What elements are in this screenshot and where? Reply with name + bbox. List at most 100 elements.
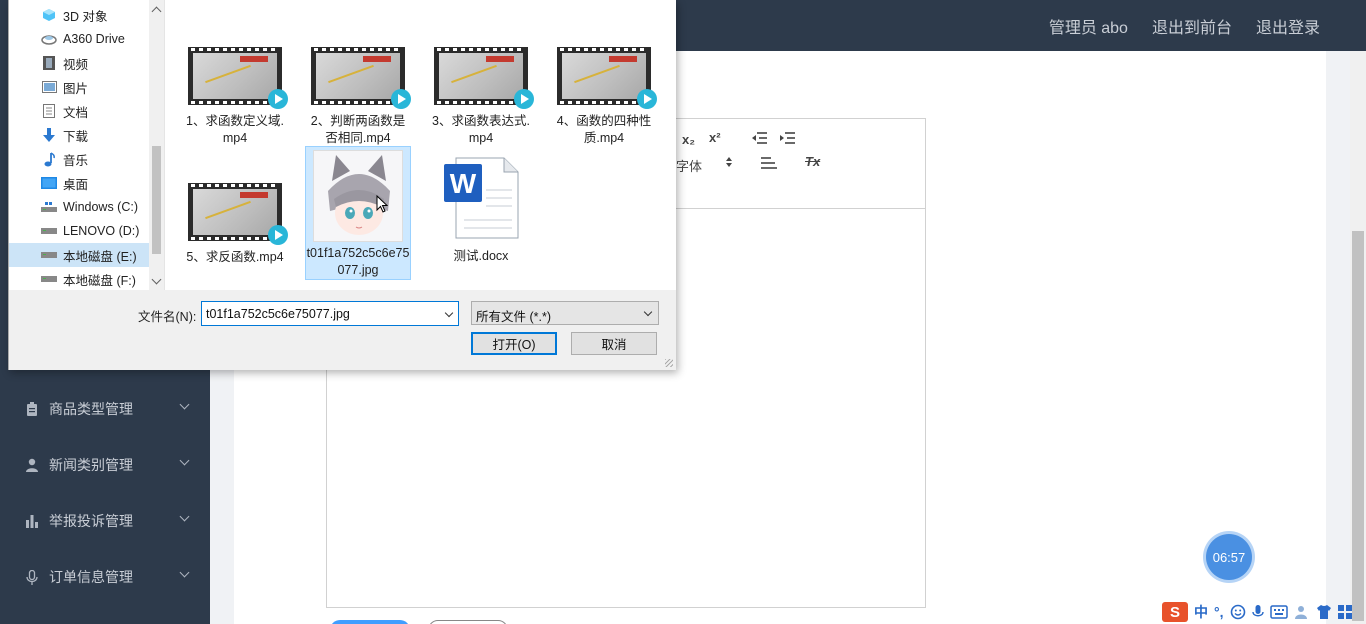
word-document-icon: W [442, 156, 520, 240]
documents-folder-icon [41, 104, 57, 118]
user-tools-icon[interactable] [1294, 604, 1310, 620]
nav-item-drive-f[interactable]: 本地磁盘 (F:) [9, 267, 149, 290]
mouse-cursor-icon [376, 195, 388, 213]
file-item-video-1[interactable]: 1、求函数定义域.mp4 [182, 47, 288, 147]
ime-mode-indicator[interactable]: 中 [1194, 602, 1208, 622]
reset-button[interactable] [428, 620, 508, 624]
sidebar-item-label: 商品类型管理 [49, 401, 133, 417]
filename-value: t01f1a752c5c6e75077.jpg [206, 307, 350, 321]
file-name: 测试.docx [453, 249, 509, 263]
file-item-docx[interactable]: W 测试.docx [428, 156, 534, 265]
sidebar-item-orders[interactable]: 订单信息管理 [0, 557, 210, 597]
file-item-video-2[interactable]: 2、判断两函数是否相同.mp4 [305, 47, 411, 147]
align-left-icon[interactable] [761, 157, 777, 173]
file-item-video-5[interactable]: 5、求反函数.mp4 [182, 183, 288, 266]
file-name: 2、判断两函数是否相同.mp4 [310, 114, 406, 145]
admin-user-label: 管理员 abo [1048, 19, 1128, 37]
nav-scrollbar[interactable] [149, 0, 164, 290]
file-name: 1、求函数定义域.mp4 [186, 114, 284, 145]
nav-item-drive-d[interactable]: LENOVO (D:) [9, 219, 149, 243]
nav-item-3d-objects[interactable]: 3D 对象 [9, 3, 149, 27]
nav-item-videos[interactable]: 视频 [9, 51, 149, 75]
nav-item-pictures[interactable]: 图片 [9, 75, 149, 99]
play-icon [637, 89, 657, 109]
file-item-image[interactable]: t01f1a752c5c6e75077.jpg [305, 146, 411, 280]
cancel-button[interactable]: 取消 [571, 332, 657, 355]
outdent-icon[interactable] [751, 131, 767, 148]
open-button[interactable]: 打开(O) [471, 332, 557, 355]
file-type-value: 所有文件 (*.*) [476, 310, 552, 324]
video-thumbnail [188, 47, 288, 109]
page-scrollbar[interactable] [1350, 51, 1366, 624]
nav-item-label: 文档 [63, 105, 89, 120]
file-name: 4、函数的四种性质.mp4 [556, 114, 652, 145]
grid-toolbox-icon[interactable] [1337, 605, 1352, 619]
indent-icon[interactable] [779, 131, 795, 148]
sogou-logo[interactable]: S [1162, 602, 1188, 622]
music-icon [41, 151, 57, 166]
clear-format-button[interactable]: Tx [805, 154, 820, 169]
logout-link[interactable]: 退出登录 [1256, 14, 1320, 38]
bar-chart-icon [25, 514, 39, 528]
video-thumbnail [311, 47, 411, 109]
file-name: 3、求函数表达式.mp4 [432, 114, 530, 145]
cloud-drive-icon [41, 32, 57, 46]
clipboard-icon [25, 402, 39, 416]
nav-item-label: 本地磁盘 (F:) [63, 273, 136, 288]
exit-to-front-link[interactable]: 退出到前台 [1152, 14, 1232, 38]
nav-item-a360-drive[interactable]: A360 Drive [9, 27, 149, 51]
nav-item-drive-e[interactable]: 本地磁盘 (E:) [9, 243, 149, 267]
image-thumbnail [313, 150, 403, 242]
scrollbar-thumb[interactable] [1352, 231, 1364, 621]
font-family-select[interactable]: 字体 [676, 156, 702, 175]
drive-icon [41, 224, 57, 238]
play-icon [391, 89, 411, 109]
play-icon [268, 225, 288, 245]
video-thumbnail [434, 47, 534, 109]
file-type-select[interactable]: 所有文件 (*.*) [471, 301, 659, 325]
nav-item-music[interactable]: 音乐 [9, 147, 149, 171]
sidebar-item-product-types[interactable]: 商品类型管理 [0, 389, 210, 429]
play-icon [268, 89, 288, 109]
nav-item-label: Windows (C:) [63, 200, 139, 214]
resize-grip-icon[interactable] [665, 359, 673, 367]
navigation-pane: 3D 对象 A360 Drive 视频 图片 文档 下载 音乐 桌面 Windo… [9, 0, 164, 290]
ime-tray: S 中 °, [1160, 600, 1366, 624]
chevron-down-icon [179, 455, 190, 466]
nav-item-label: 视频 [63, 57, 89, 72]
scroll-up-arrow-icon[interactable] [151, 6, 162, 17]
submit-button[interactable] [330, 620, 410, 624]
chevron-down-icon[interactable] [444, 308, 454, 318]
chevron-down-icon [179, 511, 190, 522]
scroll-down-arrow-icon[interactable] [151, 274, 162, 285]
sidebar-item-complaints[interactable]: 举报投诉管理 [0, 501, 210, 541]
sidebar-item-news-categories[interactable]: 新闻类别管理 [0, 445, 210, 485]
keyboard-icon[interactable] [1269, 605, 1288, 619]
video-thumbnail [557, 47, 657, 109]
voice-input-icon[interactable] [1251, 604, 1264, 620]
nav-item-documents[interactable]: 文档 [9, 99, 149, 123]
nav-item-desktop[interactable]: 桌面 [9, 171, 149, 195]
file-name: t01f1a752c5c6e75077.jpg [306, 246, 410, 277]
emoji-icon[interactable] [1230, 604, 1246, 620]
skin-shirt-icon[interactable] [1316, 604, 1332, 620]
nav-item-downloads[interactable]: 下载 [9, 123, 149, 147]
chevron-down-icon [179, 399, 190, 410]
file-item-video-3[interactable]: 3、求函数表达式.mp4 [428, 47, 534, 147]
drive-icon [41, 272, 57, 286]
3d-object-icon [41, 8, 57, 22]
microphone-icon [25, 569, 39, 585]
sidebar-item-label: 举报投诉管理 [49, 513, 133, 529]
chevron-down-icon[interactable] [643, 307, 653, 317]
subscript-button[interactable]: x₂ [682, 132, 695, 147]
file-open-dialog: 3D 对象 A360 Drive 视频 图片 文档 下载 音乐 桌面 Windo… [8, 0, 676, 370]
nav-item-label: 桌面 [63, 177, 89, 192]
filename-input[interactable]: t01f1a752c5c6e75077.jpg [201, 301, 459, 326]
nav-scrollbar-thumb[interactable] [152, 146, 161, 254]
video-folder-icon [41, 56, 57, 70]
nav-item-drive-c[interactable]: Windows (C:) [9, 195, 149, 219]
punctuation-icon[interactable]: °, [1214, 604, 1224, 620]
play-icon [514, 89, 534, 109]
superscript-button[interactable]: x² [709, 130, 721, 145]
file-item-video-4[interactable]: 4、函数的四种性质.mp4 [551, 47, 657, 147]
